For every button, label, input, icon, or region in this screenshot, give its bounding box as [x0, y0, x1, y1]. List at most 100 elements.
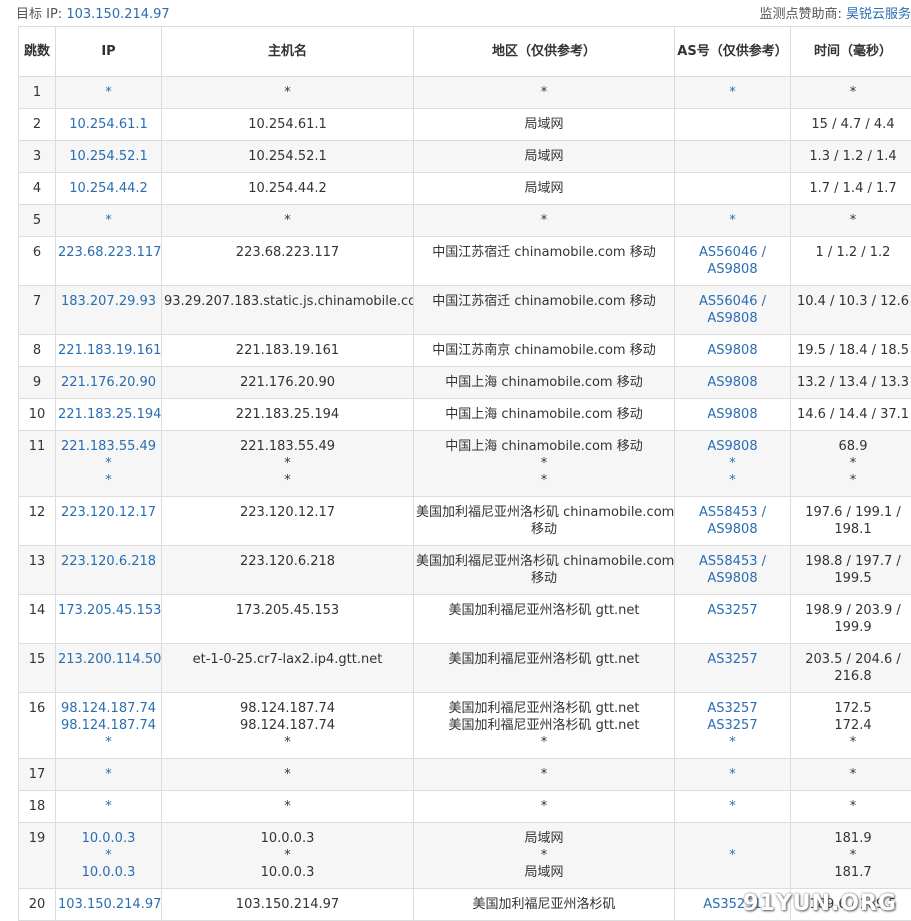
as-link[interactable]: AS9808: [677, 310, 788, 327]
ip-link: *: [58, 455, 159, 472]
as-link[interactable]: AS58453 /: [677, 504, 788, 521]
column-header-hop: 跳数: [19, 27, 56, 77]
time-text: 199.9: [793, 619, 911, 636]
time-text: 181.7: [793, 864, 911, 881]
ip-link[interactable]: 173.205.45.153: [58, 602, 159, 619]
as-link[interactable]: AS3257: [677, 651, 788, 668]
region-text: 中国江苏宿迁 chinamobile.com 移动: [416, 244, 672, 261]
as-link[interactable]: AS9808: [677, 342, 788, 359]
as-link[interactable]: AS3257: [677, 602, 788, 619]
hop-cell: 4: [19, 173, 56, 205]
hop-cell: 18: [19, 791, 56, 823]
hostname-cell: 173.205.45.153: [162, 595, 414, 644]
sponsor-info: 监测点赞助商: 昊锐云服务: [759, 3, 911, 22]
region-text: 局域网: [416, 864, 672, 881]
region-cell: 局域网: [414, 173, 675, 205]
as-cell: [675, 141, 791, 173]
target-ip-label: 目标 IP:: [16, 7, 62, 22]
ip-cell: *: [56, 759, 162, 791]
region-text: *: [416, 847, 672, 864]
region-text: 美国加利福尼亚州洛杉矶 chinamobile.com: [416, 553, 672, 570]
ip-link[interactable]: 98.124.187.74: [58, 700, 159, 717]
as-link: *: [677, 84, 788, 101]
table-row: 14173.205.45.153173.205.45.153美国加利福尼亚州洛杉…: [19, 595, 911, 644]
table-row: 5*****: [19, 205, 911, 237]
time-text: 15 / 4.7 / 4.4: [793, 116, 911, 133]
as-link[interactable]: AS9808: [677, 261, 788, 278]
time-cell: *: [791, 791, 911, 823]
as-cell: AS3257: [675, 644, 791, 693]
ip-link[interactable]: 221.183.55.49: [58, 438, 159, 455]
column-header-as: AS号（仅供参考）: [675, 27, 791, 77]
time-text: *: [793, 212, 911, 229]
as-link[interactable]: AS9808: [677, 374, 788, 391]
sponsor-link[interactable]: 昊锐云服务: [846, 7, 911, 22]
as-link[interactable]: AS3257: [677, 700, 788, 717]
as-link[interactable]: AS56046 /: [677, 293, 788, 310]
region-cell: 美国加利福尼亚州洛杉矶 gtt.net美国加利福尼亚州洛杉矶 gtt.net*: [414, 693, 675, 759]
ip-link[interactable]: 10.254.61.1: [58, 116, 159, 133]
time-text: 198.8 / 197.7 /: [793, 553, 911, 570]
ip-link[interactable]: 103.150.214.97: [58, 896, 159, 913]
as-link[interactable]: AS9808: [677, 406, 788, 423]
as-link[interactable]: AS56046 /: [677, 244, 788, 261]
region-text: 美国加利福尼亚州洛杉矶 chinamobile.com: [416, 504, 672, 521]
traceroute-body: 1*****210.254.61.110.254.61.1局域网15 / 4.7…: [19, 77, 911, 921]
ip-cell: 103.150.214.97: [56, 889, 162, 921]
time-cell: 1.3 / 1.2 / 1.4: [791, 141, 911, 173]
ip-cell: 221.183.19.161: [56, 335, 162, 367]
time-text: 172.4: [793, 717, 911, 734]
ip-cell: 98.124.187.7498.124.187.74*: [56, 693, 162, 759]
time-cell: *: [791, 77, 911, 109]
ip-link[interactable]: 10.254.44.2: [58, 180, 159, 197]
hostname-text: 223.120.6.218: [164, 553, 411, 570]
region-cell: 局域网: [414, 109, 675, 141]
ip-link[interactable]: 223.120.12.17: [58, 504, 159, 521]
ip-cell: 213.200.114.50: [56, 644, 162, 693]
ip-link[interactable]: 223.120.6.218: [58, 553, 159, 570]
hostname-text: 221.176.20.90: [164, 374, 411, 391]
time-text: 181.9: [793, 830, 911, 847]
region-text: *: [416, 472, 672, 489]
ip-link: *: [58, 212, 159, 229]
ip-link[interactable]: 223.68.223.117: [58, 244, 159, 261]
ip-cell: 10.254.52.1: [56, 141, 162, 173]
ip-link: *: [58, 766, 159, 783]
ip-link[interactable]: 10.0.0.3: [58, 830, 159, 847]
region-cell: 局域网: [414, 141, 675, 173]
ip-link[interactable]: 10.0.0.3: [58, 864, 159, 881]
ip-link[interactable]: 98.124.187.74: [58, 717, 159, 734]
ip-link[interactable]: 213.200.114.50: [58, 651, 159, 668]
as-link[interactable]: AS9808: [677, 438, 788, 455]
ip-link[interactable]: 221.176.20.90: [58, 374, 159, 391]
as-link[interactable]: AS3257: [677, 717, 788, 734]
table-row: 7183.207.29.9393.29.207.183.static.js.ch…: [19, 286, 911, 335]
hostname-text: 10.254.52.1: [164, 148, 411, 165]
ip-link[interactable]: 221.183.25.194: [58, 406, 159, 423]
time-text: 19.5 / 18.4 / 18.5: [793, 342, 911, 359]
as-cell: AS58453 /AS9808: [675, 497, 791, 546]
region-text: 中国上海 chinamobile.com 移动: [416, 374, 672, 391]
column-header-region: 地区（仅供参考）: [414, 27, 675, 77]
table-row: 10221.183.25.194221.183.25.194中国上海 china…: [19, 399, 911, 431]
as-cell: AS9808: [675, 367, 791, 399]
as-link[interactable]: AS58453 /: [677, 553, 788, 570]
time-text: *: [793, 734, 911, 751]
region-text: 美国加利福尼亚州洛杉矶 gtt.net: [416, 717, 672, 734]
hop-cell: 13: [19, 546, 56, 595]
ip-link[interactable]: 10.254.52.1: [58, 148, 159, 165]
as-link[interactable]: AS9808: [677, 521, 788, 538]
time-cell: *: [791, 205, 911, 237]
table-row: 310.254.52.110.254.52.1局域网1.3 / 1.2 / 1.…: [19, 141, 911, 173]
as-link: *: [677, 472, 788, 489]
table-row: 410.254.44.210.254.44.2局域网1.7 / 1.4 / 1.…: [19, 173, 911, 205]
hostname-cell: 221.176.20.90: [162, 367, 414, 399]
target-ip-link[interactable]: 103.150.214.97: [66, 7, 169, 22]
as-cell: AS56046 /AS9808: [675, 237, 791, 286]
as-link[interactable]: AS9808: [677, 570, 788, 587]
ip-link[interactable]: 221.183.19.161: [58, 342, 159, 359]
hop-cell: 9: [19, 367, 56, 399]
region-cell: 美国加利福尼亚州洛杉矶 gtt.net: [414, 644, 675, 693]
sponsor-label: 监测点赞助商:: [759, 7, 841, 22]
ip-link[interactable]: 183.207.29.93: [58, 293, 159, 310]
